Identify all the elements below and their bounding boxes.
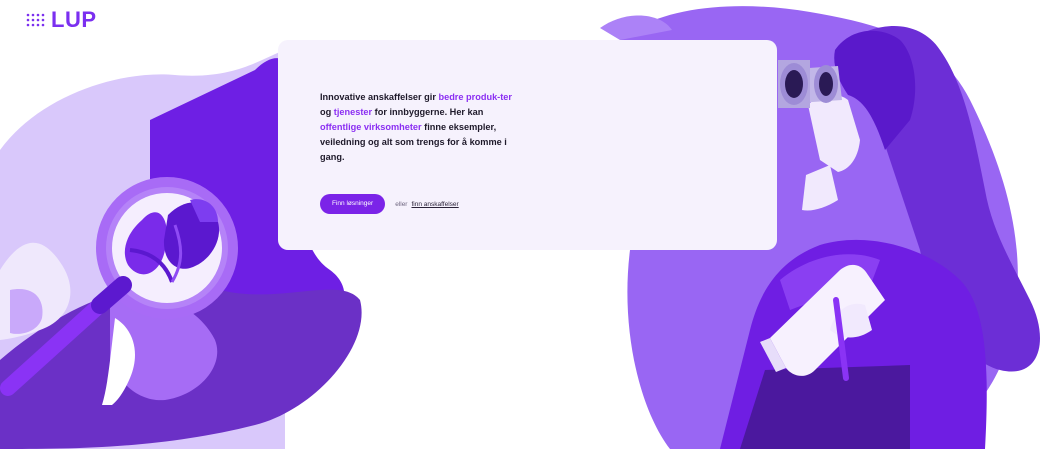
landing-page: LUP Innovative anskaffelser gir bedre pr… — [0, 0, 1044, 449]
or-label: eller — [395, 200, 408, 208]
public-agencies-link[interactable]: offentlige virksomheter — [320, 122, 422, 132]
services-link[interactable]: tjenester — [334, 107, 372, 117]
intro-text-part: for innbyggerne. Her kan — [372, 107, 484, 117]
hero-card: Innovative anskaffelser gir bedre produk… — [278, 40, 777, 250]
intro-text-part: og — [320, 107, 334, 117]
intro-text-part: Innovative anskaffelser gir — [320, 92, 439, 102]
dot-grid-icon — [26, 13, 45, 27]
better-products-link[interactable]: bedre produk-ter — [438, 92, 512, 102]
site-logo[interactable]: LUP — [26, 9, 97, 31]
cta-row: Finn løsninger eller finn anskaffelser — [320, 194, 459, 214]
logo-text: LUP — [51, 7, 97, 32]
find-procurements-link[interactable]: finn anskaffelser — [411, 201, 458, 208]
intro-text: Innovative anskaffelser gir bedre produk… — [320, 90, 525, 165]
find-solutions-button[interactable]: Finn løsninger — [320, 194, 386, 214]
